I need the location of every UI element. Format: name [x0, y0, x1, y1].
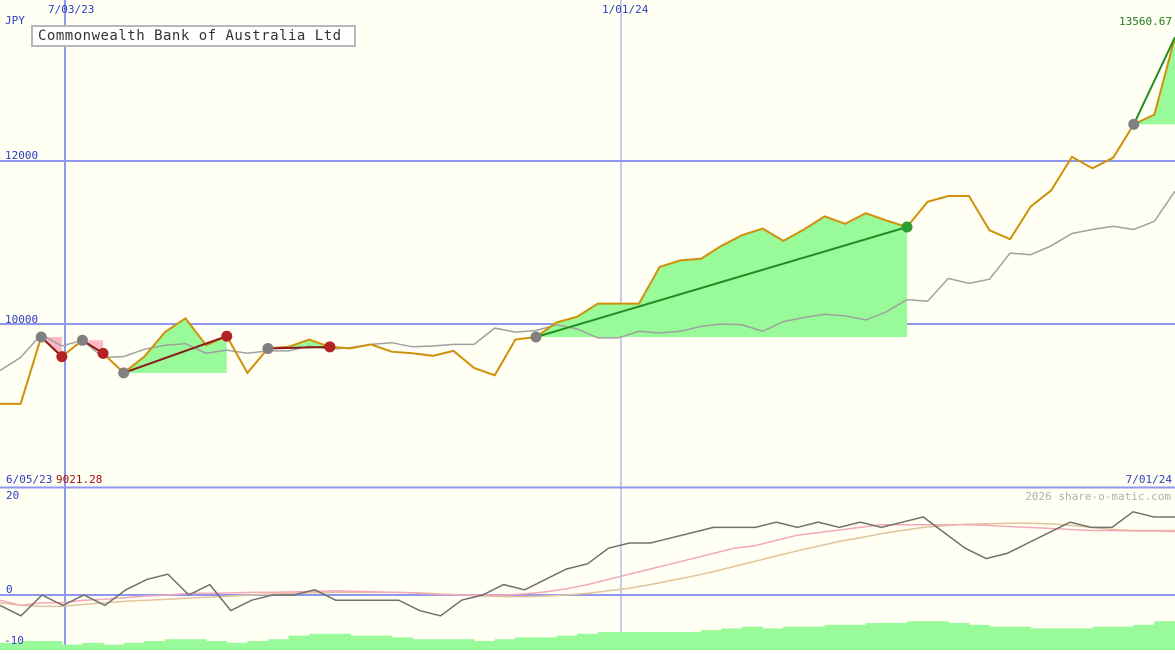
volume-bar: [164, 639, 187, 650]
volume-bar: [948, 623, 970, 650]
volume-bar: [226, 642, 248, 650]
volume-bar: [907, 621, 929, 650]
volume-bar: [206, 641, 228, 650]
volume-bar: [391, 637, 413, 650]
volume-bar: [329, 633, 351, 650]
volume-bar: [968, 624, 990, 650]
volume-bar: [865, 623, 887, 650]
volume-bar: [535, 637, 558, 650]
volume-bar: [350, 635, 372, 650]
volume-bar: [680, 632, 702, 650]
volume-bar: [41, 641, 63, 650]
volume-bar: [721, 628, 743, 650]
volume-bar: [82, 642, 104, 650]
indicator-tick-label-20: 20: [6, 489, 19, 502]
volume-bar: [61, 644, 83, 650]
volume-bar: [1113, 626, 1135, 650]
volume-bar: [556, 635, 578, 650]
volume-bar: [639, 632, 661, 650]
volume-bar: [659, 632, 681, 650]
x-tick-label-2: 1/01/24: [602, 3, 649, 16]
volume-bar: [1133, 624, 1155, 650]
volume-bar: [412, 639, 434, 650]
volume-bar: [886, 623, 908, 650]
volume-bar: [1154, 621, 1175, 650]
volume-bar: [247, 641, 269, 650]
indicator-panel-background: [0, 487, 1175, 650]
volume-bar: [185, 639, 207, 650]
watermark: 2026 share-o-matic.com: [1025, 490, 1171, 503]
volume-bar: [989, 626, 1011, 650]
indicator-tick-label-minus10: -10: [4, 634, 24, 647]
volume-bar: [762, 628, 784, 650]
volume-bar: [700, 630, 722, 650]
trade-entry-marker: [530, 331, 542, 343]
trade-exit-marker: [221, 330, 233, 342]
start-value-label: 9021.28: [56, 473, 102, 486]
range-start-label: 6/05/23: [6, 473, 52, 486]
volume-bar: [597, 632, 619, 650]
y-tick-label-10000: 10000: [5, 313, 38, 326]
volume-bar: [371, 635, 393, 650]
volume-bar: [103, 644, 125, 650]
volume-bar: [1092, 626, 1114, 650]
last-value-label: 13560.67: [1119, 15, 1172, 28]
trade-exit-marker: [901, 221, 913, 233]
volume-bar: [1010, 626, 1032, 650]
volume-bar: [494, 639, 516, 650]
chart-root: JPY 7/03/23 1/01/24 12000 10000 13560.67…: [0, 0, 1175, 650]
trade-entry-marker: [35, 331, 47, 343]
volume-bar: [474, 641, 496, 650]
volume-bar: [453, 639, 475, 650]
volume-bar: [783, 626, 805, 650]
volume-bar: [288, 635, 310, 650]
volume-bar: [577, 633, 599, 650]
trade-exit-marker: [56, 351, 68, 363]
volume-bar: [515, 637, 537, 650]
volume-bar: [845, 624, 867, 650]
x-tick-label-1: 7/03/23: [48, 3, 94, 16]
volume-bar: [1030, 628, 1052, 650]
volume-bar: [927, 621, 949, 650]
price-panel-background: [0, 0, 1175, 487]
volume-bar: [1071, 628, 1094, 650]
trade-exit-marker: [324, 341, 336, 353]
volume-bar: [742, 626, 764, 650]
trade-entry-marker: [1128, 118, 1140, 130]
volume-bar: [123, 642, 145, 650]
trade-entry-marker: [262, 342, 274, 354]
trade-entry-marker: [118, 367, 130, 379]
trade-exit-marker: [97, 347, 109, 359]
volume-bar: [1051, 628, 1073, 650]
volume-bar: [309, 633, 331, 650]
volume-bar: [144, 641, 166, 650]
range-end-label: 7/01/24: [1126, 473, 1173, 486]
volume-bar: [803, 626, 826, 650]
volume-bar: [267, 639, 290, 650]
y-tick-label-12000: 12000: [5, 149, 38, 162]
volume-bar: [432, 639, 455, 650]
currency-label: JPY: [5, 14, 25, 27]
indicator-tick-label-0: 0: [6, 583, 13, 596]
volume-bar: [618, 632, 640, 650]
chart-title: Commonwealth Bank of Australia Ltd: [31, 25, 356, 47]
volume-bar: [824, 624, 846, 650]
chart-svg: JPY 7/03/23 1/01/24 12000 10000 13560.67…: [0, 0, 1175, 650]
trade-entry-marker: [76, 334, 88, 346]
